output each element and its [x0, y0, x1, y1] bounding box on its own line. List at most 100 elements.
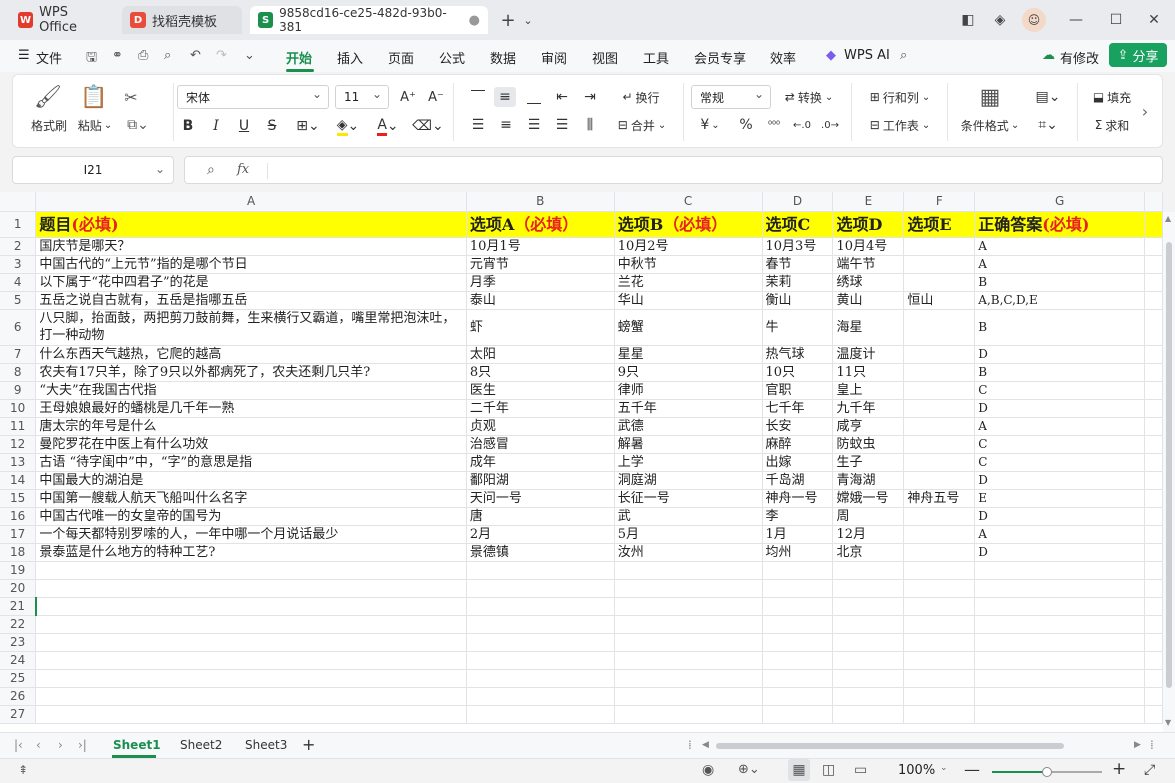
- cell[interactable]: [614, 597, 763, 616]
- zoom-slider-knob[interactable]: [1042, 767, 1052, 777]
- maximize-icon[interactable]: ☐: [1106, 10, 1126, 30]
- cell[interactable]: [614, 633, 763, 652]
- thousands-separator-icon[interactable]: ⁰⁰⁰: [763, 115, 785, 135]
- cell-style-icon[interactable]: ⌗⌄: [1031, 115, 1065, 135]
- cell[interactable]: 官职: [762, 381, 834, 400]
- hscroll-end-icon[interactable]: ⁞: [1150, 738, 1154, 752]
- cell[interactable]: 题目(必填): [35, 211, 467, 238]
- cell[interactable]: [1144, 471, 1163, 490]
- cell[interactable]: 牛: [762, 309, 834, 346]
- cell[interactable]: 太阳: [466, 345, 615, 364]
- cell[interactable]: 元宵节: [466, 255, 615, 274]
- cell[interactable]: 防蚊虫: [832, 435, 905, 454]
- selection-indicator-cell[interactable]: [34, 597, 467, 616]
- column-header-g[interactable]: G: [974, 192, 1145, 212]
- cube-icon[interactable]: ◈: [990, 10, 1010, 30]
- share-button[interactable]: ⇪ 分享: [1109, 43, 1167, 67]
- cell[interactable]: [974, 651, 1145, 670]
- cell[interactable]: 嫦娥一号: [832, 489, 905, 508]
- align-bottom-icon[interactable]: ⎽: [523, 87, 545, 107]
- cell[interactable]: 选项A（必填）: [466, 211, 615, 238]
- cell[interactable]: [1144, 633, 1163, 652]
- minimize-icon[interactable]: —: [1066, 10, 1086, 30]
- cell[interactable]: C: [974, 381, 1145, 400]
- cell[interactable]: [762, 633, 834, 652]
- first-sheet-icon[interactable]: |‹: [14, 738, 23, 752]
- cell[interactable]: 12月: [832, 525, 905, 544]
- column-header-b[interactable]: B: [466, 192, 615, 212]
- italic-button[interactable]: I: [205, 115, 227, 137]
- cell[interactable]: 景泰蓝是什么地方的特种工艺?: [35, 543, 467, 562]
- cell[interactable]: [1144, 453, 1163, 472]
- row-header[interactable]: 2: [0, 237, 37, 256]
- table-style-icon[interactable]: ▤⌄: [1031, 87, 1065, 107]
- row-header[interactable]: 4: [0, 273, 37, 292]
- avatar[interactable]: ☺: [1022, 8, 1046, 32]
- cell[interactable]: [903, 597, 976, 616]
- tab-wps-office[interactable]: W WPS Office: [10, 5, 114, 35]
- cell[interactable]: [466, 579, 615, 598]
- cell[interactable]: 选项D: [832, 211, 905, 238]
- row-header[interactable]: 16: [0, 507, 37, 526]
- next-sheet-icon[interactable]: ›: [58, 738, 63, 752]
- cell[interactable]: 五千年: [614, 399, 763, 418]
- cell[interactable]: [466, 651, 615, 670]
- row-header[interactable]: 27: [0, 705, 37, 724]
- cell[interactable]: [903, 273, 976, 292]
- cell[interactable]: 出嫁: [762, 453, 834, 472]
- cell[interactable]: [903, 435, 976, 454]
- scroll-up-icon[interactable]: ▲: [1165, 214, 1171, 223]
- cell[interactable]: [762, 651, 834, 670]
- format-painter-button[interactable]: 格式刷: [27, 117, 71, 134]
- conditional-format-icon[interactable]: ▦: [975, 83, 1005, 111]
- cell[interactable]: [466, 669, 615, 688]
- menu-page[interactable]: 页面: [388, 48, 414, 67]
- eye-protection-icon[interactable]: ◉: [702, 762, 714, 778]
- close-icon[interactable]: ✕: [1144, 10, 1164, 30]
- cell[interactable]: 唐: [466, 507, 615, 526]
- cell[interactable]: A: [974, 255, 1145, 274]
- cell[interactable]: 上学: [614, 453, 763, 472]
- paste-icon[interactable]: 📋: [79, 83, 109, 111]
- cell[interactable]: [832, 561, 905, 580]
- cell[interactable]: 选项B（必填）: [614, 211, 763, 238]
- align-center-icon[interactable]: ≡: [495, 115, 517, 135]
- cell[interactable]: D: [974, 507, 1145, 526]
- cell[interactable]: 中秋节: [614, 255, 763, 274]
- cell[interactable]: 武德: [614, 417, 763, 436]
- cell[interactable]: 武: [614, 507, 763, 526]
- border-icon[interactable]: ⊞⌄: [291, 115, 325, 137]
- number-format-select[interactable]: 常规: [691, 85, 771, 109]
- cell[interactable]: 五岳之说自古就有，五岳是指哪五岳: [35, 291, 467, 310]
- menu-formula[interactable]: 公式: [439, 48, 465, 67]
- cell[interactable]: 选项E: [903, 211, 976, 238]
- sheet-tab-1[interactable]: Sheet1: [113, 738, 161, 752]
- cell[interactable]: [832, 705, 905, 724]
- cell[interactable]: [614, 615, 763, 634]
- cell[interactable]: [35, 615, 467, 634]
- cell[interactable]: [1144, 399, 1163, 418]
- cell[interactable]: [903, 255, 976, 274]
- cell[interactable]: [1144, 211, 1163, 238]
- scroll-left-icon[interactable]: ◀: [702, 740, 709, 750]
- cell[interactable]: [614, 687, 763, 706]
- cell[interactable]: [762, 579, 834, 598]
- cell[interactable]: 以下属于“花中四君子”的花是: [35, 273, 467, 292]
- clear-format-icon[interactable]: ⌫⌄: [411, 115, 445, 137]
- cell[interactable]: [974, 597, 1145, 616]
- cell[interactable]: 神舟一号: [762, 489, 834, 508]
- vertical-scroll-thumb[interactable]: [1166, 242, 1172, 688]
- cell[interactable]: [1144, 597, 1163, 616]
- menu-data[interactable]: 数据: [490, 48, 516, 67]
- row-header[interactable]: 15: [0, 489, 37, 508]
- cell[interactable]: 解暑: [614, 435, 763, 454]
- cell[interactable]: 10只: [762, 363, 834, 382]
- zoom-out-icon[interactable]: —: [964, 760, 980, 779]
- cell[interactable]: [832, 579, 905, 598]
- cell[interactable]: [1144, 291, 1163, 310]
- cell[interactable]: B: [974, 309, 1145, 346]
- cell[interactable]: [974, 705, 1145, 724]
- cell[interactable]: [1144, 489, 1163, 508]
- font-name-select[interactable]: 宋体: [177, 85, 329, 109]
- cell[interactable]: [903, 633, 976, 652]
